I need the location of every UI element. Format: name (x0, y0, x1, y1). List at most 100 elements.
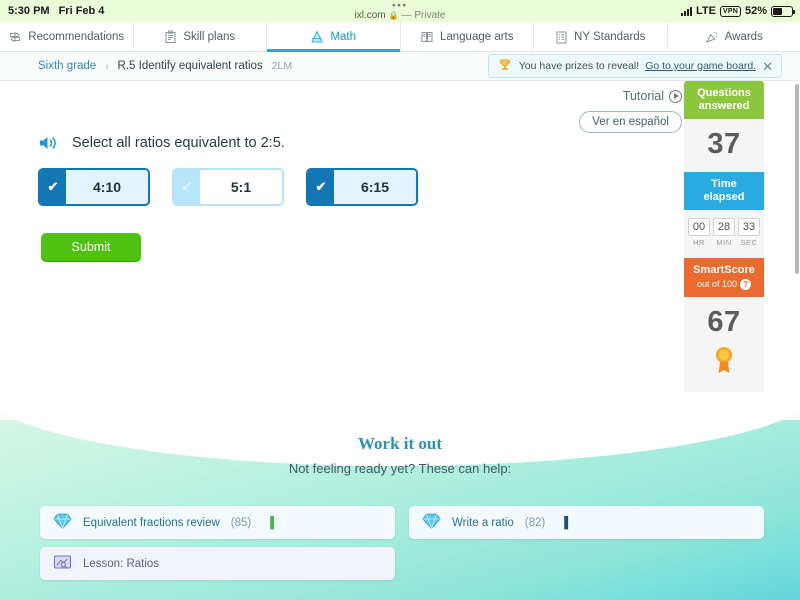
timer-minutes-unit: MIN (716, 238, 732, 247)
time-elapsed-title-1: Time (711, 178, 737, 190)
app-screen: 5:30 PM Fri Feb 4 ••• ixl.com 🔒 — Privat… (0, 0, 800, 600)
timer-display: 00 HR 28 MIN 33 SEC (684, 210, 764, 249)
resource-cards: Equivalent fractions review (85) ▐ Write… (40, 506, 764, 588)
ios-status-bar: 5:30 PM Fri Feb 4 ••• ixl.com 🔒 — Privat… (0, 0, 800, 22)
game-board-link[interactable]: Go to your game board. (645, 60, 756, 72)
tutorial-label: Tutorial (622, 89, 664, 103)
resource-label: Write a ratio (452, 516, 514, 529)
compass-icon (310, 29, 324, 44)
tab-math[interactable]: Math (267, 22, 401, 52)
question-mark-icon[interactable]: ? (740, 279, 752, 290)
timer-hours-unit: HR (693, 238, 705, 247)
prize-banner: You have prizes to reveal! Go to your ga… (487, 54, 782, 78)
diamond-icon (422, 513, 441, 533)
skill-code: 2LM (271, 60, 293, 72)
submit-button[interactable]: Submit (41, 233, 141, 261)
private-label: — Private (401, 9, 446, 21)
checkmark-icon: ✔ (174, 170, 200, 204)
checkmark-icon: ✔ (40, 170, 66, 204)
breadcrumb: Sixth grade › R.5 Identify equivalent ra… (0, 60, 292, 72)
smartscore-title: SmartScore (693, 264, 755, 276)
book-icon (420, 30, 434, 44)
status-bar-center: ••• ixl.com 🔒 — Private (0, 0, 800, 22)
question-row: Select all ratios equivalent to 2:5. (38, 133, 285, 153)
smartscore-header: SmartScore out of 100 ? (684, 258, 764, 297)
checkmark-icon: ✔ (308, 170, 334, 204)
lesson-icon (53, 554, 72, 574)
diamond-icon (53, 513, 72, 533)
timer-minutes-value: 28 (713, 218, 735, 236)
question-prompt: Select all ratios equivalent to 2:5. (72, 135, 285, 151)
resource-count: (85) (230, 516, 252, 529)
party-popper-icon (705, 30, 719, 44)
work-it-out-subheading: Not feeling ready yet? These can help: (288, 461, 512, 476)
close-icon[interactable]: ✕ (762, 60, 773, 73)
resource-row: Equivalent fractions review (85) ▐ Write… (40, 506, 764, 539)
tab-skill-plans[interactable]: Skill plans (134, 22, 267, 51)
tab-label: Skill plans (183, 30, 236, 43)
clipboard-icon (164, 30, 177, 44)
timer-seconds: 33 SEC (738, 218, 760, 247)
tab-label: NY Standards (574, 30, 646, 43)
battery-percent: 52% (744, 5, 767, 17)
status-time: 5:30 PM (8, 5, 50, 17)
lock-icon: 🔒 (388, 10, 399, 20)
resource-row: Lesson: Ratios (40, 547, 764, 580)
resource-card-lesson-ratios[interactable]: Lesson: Ratios (40, 547, 395, 580)
time-elapsed-title-2: elapsed (703, 191, 745, 203)
ribbon-award-icon (715, 346, 733, 381)
smartscore-value: 67 (707, 306, 741, 338)
tab-language-arts[interactable]: Language arts (401, 22, 534, 51)
timer-seconds-value: 33 (738, 218, 760, 236)
questions-answered-title-1: Questions (697, 87, 751, 99)
resource-card-write-a-ratio[interactable]: Write a ratio (82) ▐ (409, 506, 764, 539)
vpn-icon: VPN (719, 5, 741, 17)
tutorial-section: Tutorial Ver en español (579, 89, 682, 133)
main-navigation: Recommendations Skill plans Math Languag… (0, 22, 800, 52)
smartscore-body: 67 (684, 297, 764, 392)
tab-awards[interactable]: Awards (668, 22, 800, 51)
status-date: Fri Feb 4 (58, 5, 105, 17)
resource-label: Equivalent fractions review (83, 516, 220, 529)
speaker-icon[interactable] (38, 133, 60, 153)
questions-answered-header: Questions answered (684, 81, 764, 119)
signal-strength-icon (681, 6, 692, 16)
choice-option[interactable]: ✔ 5:1 (172, 168, 284, 206)
play-circle-icon (669, 89, 682, 103)
tab-label: Language arts (439, 30, 514, 43)
tab-ny-standards[interactable]: NY Standards (534, 22, 668, 51)
choice-option[interactable]: ✔ 4:10 (38, 168, 150, 206)
chevron-right-icon: › (105, 60, 109, 72)
browser-url-display: ixl.com 🔒 — Private (0, 10, 800, 22)
choice-value: 5:1 (200, 170, 282, 204)
score-panel: Questions answered 37 Time elapsed 00 HR… (684, 81, 764, 392)
choice-value: 6:15 (334, 170, 416, 204)
choice-option[interactable]: ✔ 6:15 (306, 168, 418, 206)
tab-label: Math (330, 30, 357, 43)
resource-card-equivalent-fractions[interactable]: Equivalent fractions review (85) ▐ (40, 506, 395, 539)
spanish-toggle-button[interactable]: Ver en español (579, 111, 682, 133)
bookmark-icon: ▐ (266, 516, 275, 529)
smartscore-subtitle: out of 100 (696, 279, 738, 289)
tab-label: Recommendations (28, 30, 125, 43)
tutorial-button[interactable]: Tutorial (579, 89, 682, 103)
resource-count: (82) (524, 516, 546, 529)
tab-recommendations[interactable]: Recommendations (0, 22, 134, 51)
page-scrollbar[interactable] (795, 84, 799, 274)
prize-message: You have prizes to reveal! (518, 60, 640, 72)
signpost-icon (8, 30, 22, 44)
questions-answered-title-2: answered (698, 100, 750, 112)
breadcrumb-grade[interactable]: Sixth grade (38, 60, 96, 72)
trophy-icon (497, 57, 513, 76)
status-bar-right: LTE VPN 52% (681, 5, 795, 17)
standards-icon (555, 30, 568, 44)
answer-choices: ✔ 4:10 ✔ 5:1 ✔ 6:15 (38, 168, 418, 206)
questions-answered-value: 37 (707, 128, 741, 160)
tab-label: Awards (724, 30, 763, 43)
time-elapsed-body: 00 HR 28 MIN 33 SEC (684, 210, 764, 258)
network-type: LTE (696, 5, 716, 17)
battery-icon (771, 5, 795, 17)
practice-area: Tutorial Ver en español Select all ratio… (0, 81, 800, 600)
tab-switcher-dots-icon: ••• (392, 0, 408, 10)
work-it-out-section: Work it out Not feeling ready yet? These… (0, 434, 800, 476)
